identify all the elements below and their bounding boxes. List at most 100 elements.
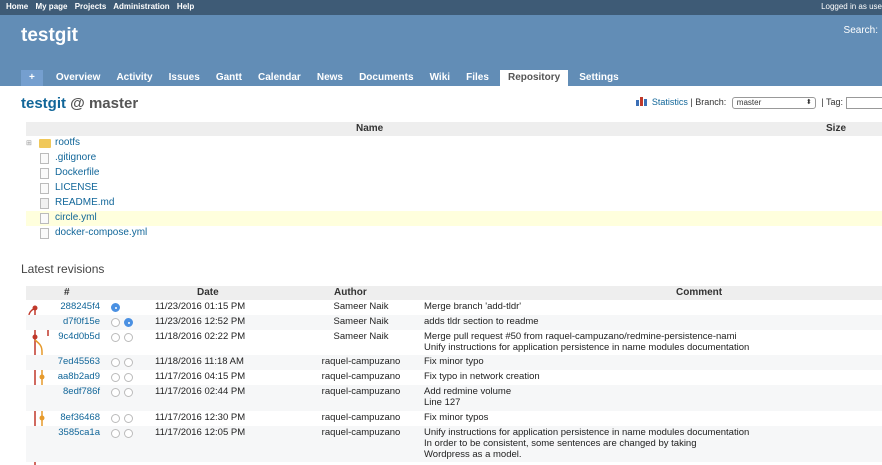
folder-icon — [39, 139, 51, 148]
diff-from-radio[interactable] — [111, 414, 120, 423]
revision-comment: Merge pull request #50 from raquel-campu… — [424, 331, 750, 353]
tab-gantt[interactable]: Gantt — [211, 70, 247, 86]
tab-overview[interactable]: Overview — [51, 70, 105, 86]
diff-to-radio[interactable] — [124, 358, 133, 367]
revision-row[interactable]: 8ef36468 11/17/2016 12:30 PM raquel-camp… — [26, 411, 882, 426]
revisions-body: 288245f4 11/23/2016 01:15 PM Sameer Naik… — [26, 300, 882, 465]
select-arrows-icon: ⬍ — [805, 98, 812, 106]
tab-news[interactable]: News — [312, 70, 348, 86]
revision-id-link[interactable]: d7f0f15e — [26, 316, 100, 327]
revision-row[interactable]: 7ed45563 11/18/2016 11:18 AM raquel-camp… — [26, 355, 882, 370]
revision-date: 11/17/2016 12:05 PM — [155, 427, 246, 438]
file-name-link[interactable]: .gitignore — [55, 152, 96, 163]
revision-row[interactable]: 9c4d0b5d 11/18/2016 02:22 PM Sameer Naik… — [26, 330, 882, 355]
revision-author: raquel-campuzano — [321, 356, 401, 367]
file-icon — [40, 183, 49, 194]
column-id-header: # — [64, 287, 70, 298]
file-name-link[interactable]: docker-compose.yml — [55, 227, 147, 238]
file-name-link[interactable]: LICENSE — [55, 182, 98, 193]
revisions-table-header: # Date Author Comment — [26, 286, 882, 300]
tab-repository[interactable]: Repository — [499, 70, 569, 86]
diff-from-radio[interactable] — [111, 333, 120, 342]
file-name-link[interactable]: Dockerfile — [55, 167, 99, 178]
top-link-help[interactable]: Help — [177, 2, 194, 11]
revision-row[interactable]: 8edf786f 11/17/2016 02:44 PM raquel-camp… — [26, 385, 882, 411]
content-area: testgit @ master Statistics | Branch: ma… — [0, 86, 882, 465]
tag-label: | Tag: — [821, 97, 843, 107]
revision-id-link[interactable]: 9c4d0b5d — [26, 331, 100, 342]
search-label: Search: — [843, 25, 878, 36]
statistics-chart-icon — [635, 97, 647, 106]
diff-from-radio[interactable] — [111, 388, 120, 397]
column-size-header[interactable]: Size — [826, 123, 846, 134]
column-comment-header: Comment — [676, 287, 723, 298]
logged-in-text: Logged in as use — [821, 2, 882, 11]
main-menu: + Overview Activity Issues Gantt Calenda… — [21, 70, 627, 86]
file-row[interactable]: README.md — [26, 196, 882, 211]
revision-row[interactable]: 288245f4 11/23/2016 01:15 PM Sameer Naik… — [26, 300, 882, 315]
revisions-table: # Date Author Comment 288245f4 11/23/201… — [26, 286, 882, 465]
diff-to-radio[interactable] — [124, 388, 133, 397]
diff-to-radio[interactable] — [124, 429, 133, 438]
revision-id-link[interactable]: aa8b2ad9 — [26, 371, 100, 382]
top-menu-links: Home My page Projects Administration Hel… — [6, 2, 199, 11]
revision-id-link[interactable]: 3585ca1a — [26, 427, 100, 438]
top-link-projects[interactable]: Projects — [75, 2, 107, 11]
tab-wiki[interactable]: Wiki — [425, 70, 455, 86]
tab-issues[interactable]: Issues — [164, 70, 205, 86]
revision-comment: adds tldr section to readme — [424, 316, 539, 327]
file-icon — [40, 153, 49, 164]
revision-id-link[interactable]: 8edf786f — [26, 386, 100, 397]
diff-from-radio[interactable] — [111, 358, 120, 367]
repository-branch-label: @ master — [70, 95, 139, 112]
diff-from-radio[interactable] — [111, 429, 120, 438]
revision-author: raquel-campuzano — [321, 386, 401, 397]
file-icon — [40, 213, 49, 224]
file-row[interactable]: Dockerfile — [26, 166, 882, 181]
file-icon — [40, 228, 49, 239]
diff-to-radio[interactable] — [124, 414, 133, 423]
tab-files[interactable]: Files — [461, 70, 494, 86]
revision-row[interactable]: 3585ca1a 11/17/2016 12:05 PM raquel-camp… — [26, 426, 882, 462]
tag-select[interactable] — [846, 96, 882, 109]
file-row[interactable]: LICENSE — [26, 181, 882, 196]
revision-id-link[interactable]: 288245f4 — [26, 301, 100, 312]
statistics-link[interactable]: Statistics — [652, 97, 688, 107]
tab-settings[interactable]: Settings — [574, 70, 623, 86]
tab-documents[interactable]: Documents — [354, 70, 418, 86]
tab-activity[interactable]: Activity — [111, 70, 157, 86]
revision-id-link[interactable]: 8ef36468 — [26, 412, 100, 423]
diff-from-radio[interactable] — [111, 373, 120, 382]
branch-select-value: master — [736, 97, 762, 107]
file-row[interactable]: docker-compose.yml — [26, 226, 882, 241]
project-title[interactable]: testgit — [21, 25, 78, 47]
branch-select[interactable]: master ⬍ — [731, 96, 816, 109]
expand-toggle-icon[interactable]: ⊞ — [26, 139, 32, 147]
file-name-link[interactable]: circle.yml — [55, 212, 97, 223]
diff-to-radio[interactable] — [124, 333, 133, 342]
repository-project-link[interactable]: testgit — [21, 95, 66, 112]
repository-contextual-bar: Statistics | Branch: master ⬍ | Tag: — [635, 96, 882, 109]
file-row[interactable]: ⊞ rootfs — [26, 136, 882, 151]
diff-to-radio[interactable] — [124, 318, 133, 327]
diff-to-radio[interactable] — [124, 373, 133, 382]
file-row[interactable]: circle.yml — [26, 211, 882, 226]
tab-calendar[interactable]: Calendar — [253, 70, 306, 86]
revision-id-link[interactable]: 7ed45563 — [26, 356, 100, 367]
revision-date: 11/17/2016 04:15 PM — [155, 371, 246, 382]
top-link-my-page[interactable]: My page — [35, 2, 67, 11]
revision-row[interactable]: d7f0f15e 11/23/2016 12:52 PM Sameer Naik… — [26, 315, 882, 330]
diff-from-radio[interactable] — [111, 303, 120, 312]
revision-author: Sameer Naik — [333, 331, 389, 342]
revision-row[interactable]: aa8b2ad9 11/17/2016 04:15 PM raquel-camp… — [26, 370, 882, 385]
revision-date: 11/18/2016 11:18 AM — [155, 356, 244, 367]
top-link-administration[interactable]: Administration — [113, 2, 169, 11]
column-name-header[interactable]: Name — [356, 123, 383, 134]
new-object-button[interactable]: + — [21, 70, 43, 86]
file-name-link[interactable]: README.md — [55, 197, 114, 208]
top-link-home[interactable]: Home — [6, 2, 28, 11]
top-menu-bar: Home My page Projects Administration Hel… — [0, 0, 882, 15]
file-row[interactable]: .gitignore — [26, 151, 882, 166]
diff-from-radio[interactable] — [111, 318, 120, 327]
file-name-link[interactable]: rootfs — [55, 137, 80, 148]
